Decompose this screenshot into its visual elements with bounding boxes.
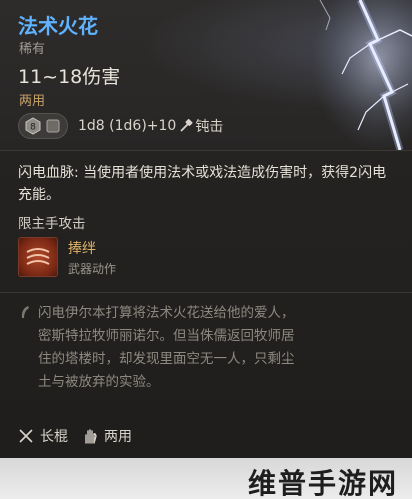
lightning-art — [300, 0, 412, 150]
watermark: 维普手游网 — [247, 467, 398, 499]
divider — [0, 150, 412, 151]
item-tooltip: 法术火花 稀有 11~18伤害 两用 8 1d8 (1d6)+10 钝击 闪电血… — [0, 0, 412, 499]
weapon-action-type: 武器动作 — [68, 261, 117, 276]
item-rarity: 稀有 — [19, 42, 46, 57]
handedness: 两用 — [19, 94, 46, 109]
item-properties: 长棍 两用 — [18, 424, 146, 448]
divider — [0, 292, 412, 293]
damage-type: 钝击 — [195, 119, 224, 135]
hand-icon — [85, 429, 97, 444]
passive-description: 闪电血脉: 当使用者使用法术或戏法造成伤害时，获得2闪电充能。 — [18, 165, 387, 203]
proficiency-label: 长棍 — [40, 429, 68, 445]
damage-range: 11~18伤害 — [18, 66, 121, 88]
damage-formula: 1d8 (1d6)+10 — [78, 118, 177, 134]
weapon-action-icon[interactable] — [18, 237, 58, 277]
damage-dice-row: 8 1d8 (1d6)+10 钝击 — [18, 113, 223, 139]
lore-text: 闪电伊尔本打算将法术火花送给他的爱人，密斯特拉牧师丽诺尔。但当侏儒返回牧师居住的… — [38, 305, 295, 390]
item-name: 法术火花 — [18, 14, 98, 38]
hand-mode-label: 两用 — [104, 429, 132, 445]
dice-icon: 8 — [25, 117, 41, 135]
lore-quill-icon — [21, 306, 29, 318]
requirement-text: 限主手攻击 — [18, 216, 86, 232]
weapon-action-name: 捧绊 — [68, 240, 96, 257]
dice-icon — [46, 119, 60, 133]
weapon-action[interactable]: 捧绊 武器动作 — [18, 237, 116, 277]
dice-value: 8 — [30, 123, 36, 133]
dice-badge: 8 — [18, 113, 68, 139]
quarterstaff-icon — [19, 429, 33, 443]
bludgeon-icon — [180, 119, 193, 132]
